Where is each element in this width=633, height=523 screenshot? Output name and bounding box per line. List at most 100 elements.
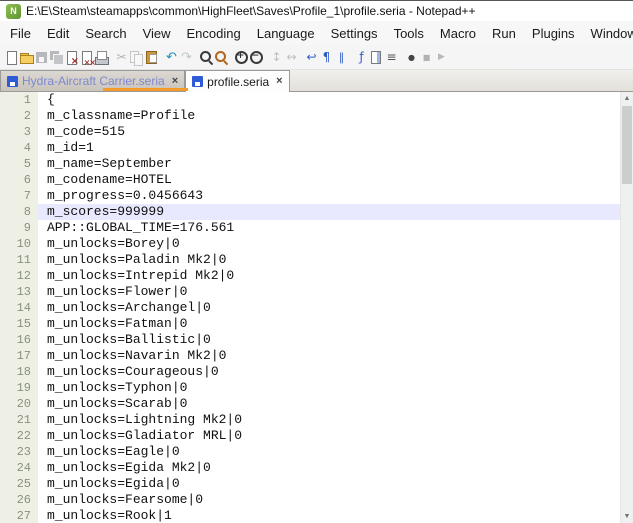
code-line[interactable]: 7m_progress=0.0456643 bbox=[0, 188, 620, 204]
code-line[interactable]: 1{ bbox=[0, 92, 620, 108]
code-line[interactable]: 11m_unlocks=Paladin Mk2|0 bbox=[0, 252, 620, 268]
menu-file[interactable]: File bbox=[2, 21, 39, 45]
code-line[interactable]: 10m_unlocks=Borey|0 bbox=[0, 236, 620, 252]
code-text: m_unlocks=Fatman|0 bbox=[47, 316, 620, 332]
code-line[interactable]: 17m_unlocks=Navarin Mk2|0 bbox=[0, 348, 620, 364]
code-text: m_unlocks=Gladiator MRL|0 bbox=[47, 428, 620, 444]
sync-vertical-scrolling-button[interactable]: ↕ bbox=[269, 47, 284, 68]
bookmark-margin bbox=[38, 316, 47, 332]
redo-button[interactable]: ↷ bbox=[179, 47, 194, 68]
code-line[interactable]: 8m_scores=999999 bbox=[0, 204, 620, 220]
close-all-documents-button[interactable] bbox=[79, 47, 94, 68]
menu-view[interactable]: View bbox=[135, 21, 179, 45]
menu-window[interactable]: Window bbox=[583, 21, 633, 45]
tab-profile-seria[interactable]: profile.seria× bbox=[185, 70, 289, 92]
tab-profile-seria-close-icon[interactable]: × bbox=[276, 76, 282, 87]
code-line[interactable]: 2m_classname=Profile bbox=[0, 108, 620, 124]
menu-run[interactable]: Run bbox=[484, 21, 524, 45]
save-icon bbox=[34, 49, 49, 66]
code-line[interactable]: 16m_unlocks=Ballistic|0 bbox=[0, 332, 620, 348]
code-line[interactable]: 23m_unlocks=Eagle|0 bbox=[0, 444, 620, 460]
code-line[interactable]: 14m_unlocks=Archangel|0 bbox=[0, 300, 620, 316]
code-line[interactable]: 3m_code=515 bbox=[0, 124, 620, 140]
scroll-up-arrow-icon[interactable]: ▲ bbox=[621, 92, 633, 105]
vertical-scrollbar[interactable]: ▲ ▼ bbox=[620, 92, 633, 523]
code-line[interactable]: 15 m_unlocks=Fatman|0 bbox=[0, 316, 620, 332]
show-all-characters-button[interactable]: ¶ bbox=[319, 47, 334, 68]
function-list-button[interactable]: ƒ bbox=[354, 47, 369, 68]
indent-guide-button[interactable]: ∥ bbox=[334, 47, 349, 68]
code-line[interactable]: 24m_unlocks=Egida Mk2|0 bbox=[0, 460, 620, 476]
menu-edit[interactable]: Edit bbox=[39, 21, 77, 45]
play-macro-button[interactable]: ▶ bbox=[434, 47, 449, 68]
menu-search[interactable]: Search bbox=[77, 21, 134, 45]
code-text: m_unlocks=Archangel|0 bbox=[47, 300, 620, 316]
code-text: m_unlocks=Typhon|0 bbox=[47, 380, 620, 396]
menu-encoding[interactable]: Encoding bbox=[179, 21, 249, 45]
code-line[interactable]: 25m_unlocks=Egida|0 bbox=[0, 476, 620, 492]
code-text: m_id=1 bbox=[47, 140, 620, 156]
code-line[interactable]: 13m_unlocks=Flower|0 bbox=[0, 284, 620, 300]
code-line[interactable]: 5m_name=September bbox=[0, 156, 620, 172]
code-line[interactable]: 22 m_unlocks=Gladiator MRL|0 bbox=[0, 428, 620, 444]
cut-button[interactable]: ✂ bbox=[114, 47, 129, 68]
save-button[interactable] bbox=[34, 47, 49, 68]
replace-button[interactable] bbox=[214, 47, 229, 68]
bookmark-margin bbox=[38, 172, 47, 188]
line-number: 9 bbox=[0, 220, 38, 236]
bookmark-margin bbox=[38, 380, 47, 396]
code-line[interactable]: 19m_unlocks=Typhon|0 bbox=[0, 380, 620, 396]
code-text: m_unlocks=Rook|1 bbox=[47, 508, 620, 523]
editor[interactable]: 1{2m_classname=Profile3m_code=5154m_id=1… bbox=[0, 92, 620, 523]
close-document-icon bbox=[64, 49, 79, 66]
menu-plugins[interactable]: Plugins bbox=[524, 21, 583, 45]
bookmark-margin bbox=[38, 156, 47, 172]
word-wrap-button[interactable]: ↩ bbox=[304, 47, 319, 68]
code-text: m_unlocks=Paladin Mk2|0 bbox=[47, 252, 620, 268]
menu-tools[interactable]: Tools bbox=[386, 21, 432, 45]
zoom-in-button[interactable] bbox=[234, 47, 249, 68]
line-number: 17 bbox=[0, 348, 38, 364]
code-line[interactable]: 27m_unlocks=Rook|1 bbox=[0, 508, 620, 523]
stop-macro-button[interactable]: ■ bbox=[419, 47, 434, 68]
new-file-button[interactable] bbox=[4, 47, 19, 68]
code-line[interactable]: 18m_unlocks=Courageous|0 bbox=[0, 364, 620, 380]
code-line[interactable]: 20m_unlocks=Scarab|0 bbox=[0, 396, 620, 412]
tab-hydra-aircraft-carrier-seria-close-icon[interactable]: × bbox=[172, 76, 178, 87]
document-map-button[interactable] bbox=[369, 47, 384, 68]
code-line[interactable]: 26m_unlocks=Fearsome|0 bbox=[0, 492, 620, 508]
line-number: 15 bbox=[0, 316, 38, 332]
document-map-icon bbox=[369, 49, 384, 66]
print-button[interactable] bbox=[94, 47, 109, 68]
record-macro-button[interactable]: ● bbox=[404, 47, 419, 68]
scroll-down-arrow-icon[interactable]: ▼ bbox=[621, 510, 633, 523]
line-number: 24 bbox=[0, 460, 38, 476]
document-list-button[interactable]: ≡ bbox=[384, 47, 399, 68]
zoom-out-button[interactable] bbox=[249, 47, 264, 68]
close-document-button[interactable] bbox=[64, 47, 79, 68]
code-text: m_unlocks=Egida|0 bbox=[47, 476, 620, 492]
open-folder-button[interactable] bbox=[19, 47, 34, 68]
menu-macro[interactable]: Macro bbox=[432, 21, 484, 45]
line-number: 6 bbox=[0, 172, 38, 188]
code-line[interactable]: 4m_id=1 bbox=[0, 140, 620, 156]
menu-settings[interactable]: Settings bbox=[323, 21, 386, 45]
line-number: 22 bbox=[0, 428, 38, 444]
menu-language[interactable]: Language bbox=[249, 21, 323, 45]
save-all-button[interactable] bbox=[49, 47, 64, 68]
code-line[interactable]: 21m_unlocks=Lightning Mk2|0 bbox=[0, 412, 620, 428]
paste-button[interactable] bbox=[144, 47, 159, 68]
undo-button[interactable]: ↶ bbox=[164, 47, 179, 68]
code-line[interactable]: 9APP::GLOBAL_TIME=176.561 bbox=[0, 220, 620, 236]
code-line[interactable]: 12m_unlocks=Intrepid Mk2|0 bbox=[0, 268, 620, 284]
bookmark-margin bbox=[38, 428, 47, 444]
saved-file-icon bbox=[7, 76, 18, 87]
code-text: m_scores=999999 bbox=[47, 204, 620, 220]
find-button[interactable] bbox=[199, 47, 214, 68]
copy-button[interactable] bbox=[129, 47, 144, 68]
line-number: 26 bbox=[0, 492, 38, 508]
sync-horizontal-scrolling-button[interactable]: ↔ bbox=[284, 47, 299, 68]
code-line[interactable]: 6m_codename=HOTEL bbox=[0, 172, 620, 188]
scrollbar-thumb[interactable] bbox=[622, 106, 632, 184]
code-text: m_unlocks=Borey|0 bbox=[47, 236, 620, 252]
